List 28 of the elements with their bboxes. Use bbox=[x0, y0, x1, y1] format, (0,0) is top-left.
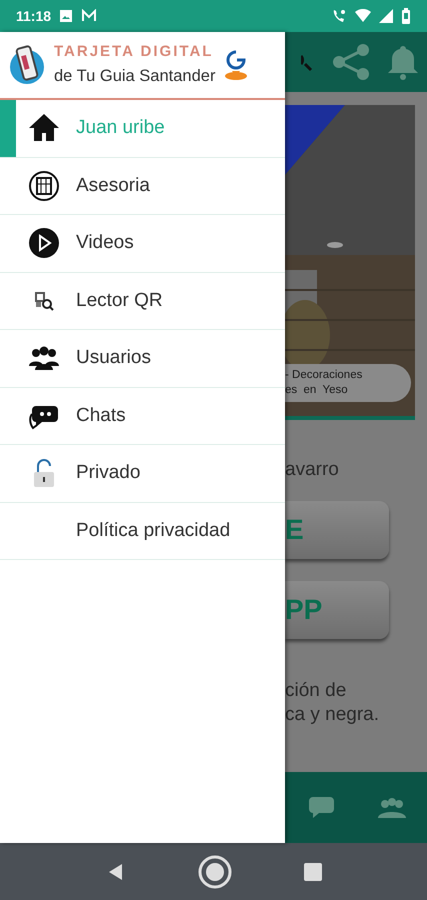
play-icon bbox=[28, 227, 60, 260]
share-icon[interactable] bbox=[331, 42, 371, 82]
bell-icon[interactable] bbox=[387, 44, 419, 80]
profile-name: avarro bbox=[285, 458, 340, 482]
mail-icon bbox=[81, 9, 98, 23]
signal-icon bbox=[379, 9, 393, 23]
wifi-icon bbox=[355, 9, 371, 23]
wifi-call-icon bbox=[331, 8, 347, 24]
battery-icon bbox=[401, 8, 411, 24]
app-logo bbox=[8, 45, 46, 85]
menu-item[interactable]: Usuarios bbox=[0, 330, 285, 388]
users-icon[interactable] bbox=[376, 796, 406, 820]
menu-item[interactable]: Asesoria bbox=[0, 158, 285, 215]
menu-item[interactable]: Lector QR bbox=[0, 272, 285, 330]
recents-icon[interactable] bbox=[304, 862, 322, 880]
menu-item[interactable]: Chats bbox=[0, 388, 285, 445]
building-icon bbox=[28, 170, 60, 202]
header-title: TARJETA DIGITAL bbox=[54, 42, 214, 62]
menu-item[interactable]: Privado bbox=[0, 445, 285, 502]
clock-time: 11:18 bbox=[16, 6, 52, 26]
image-caption: - Decoraciones es en Yeso bbox=[285, 364, 411, 402]
menu-item[interactable]: Política privacidad bbox=[0, 502, 285, 560]
image-icon bbox=[59, 9, 74, 23]
description-text: ción de ca y negra. bbox=[285, 678, 380, 728]
header-subtitle: de Tu Guia Santander bbox=[54, 66, 216, 87]
map-pin-logo bbox=[223, 49, 250, 81]
menu-item[interactable]: Videos bbox=[0, 215, 285, 272]
home-button-icon[interactable] bbox=[198, 854, 232, 888]
